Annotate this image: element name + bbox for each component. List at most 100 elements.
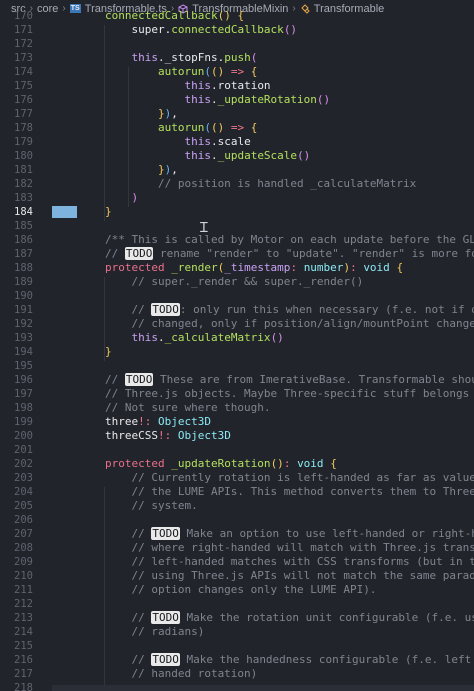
code-token: _render [171,261,218,274]
code-token: // left-handed matches with CSS transfor… [52,555,474,568]
code-line[interactable]: 187 // TODO rename "render" to "update".… [0,247,474,261]
code-line[interactable]: 178 autorun(() => { [0,121,474,135]
code-text: protected _render(_timestamp: number): v… [52,261,403,275]
code-token: this [52,149,211,162]
code-line[interactable]: 192 // changed, only if position/align/m… [0,317,474,331]
code-line[interactable]: 173 this._stopFns.push( [0,51,474,65]
code-token: number [303,261,344,274]
code-line[interactable]: 213 // TODO Make the rotation unit confi… [0,611,474,625]
code-editor[interactable]: 170 connectedCallback() {171 super.conne… [0,9,474,691]
code-text: super.connectedCallback() [52,23,297,37]
code-line[interactable]: 183 ) [0,191,474,205]
line-number: 194 [14,346,33,358]
code-token: push [224,51,251,64]
code-line[interactable]: 209 // left-handed matches with CSS tran… [0,555,474,569]
line-number: 191 [14,304,33,316]
code-line[interactable]: 185 [0,219,474,233]
line-number: 211 [14,584,33,596]
code-token: . [210,149,218,162]
code-line[interactable]: 211 // option changes only the LUME API)… [0,583,474,597]
code-line[interactable]: 215 [0,639,474,653]
code-line[interactable]: 197 // Three.js objects. Maybe Three-spe… [0,387,474,401]
line-number: 190 [14,290,33,302]
code-token: scale [217,135,251,148]
code-line[interactable]: 201 [0,443,474,457]
code-text: // TODO Make the rotation unit configura… [52,611,474,625]
code-token: autorun [52,121,205,134]
line-number: 184 [14,206,33,218]
code-line[interactable]: 217 // handed rotation) [0,667,474,681]
code-line[interactable]: 204 // the LUME APIs. This method conver… [0,485,474,499]
code-token: Make the rotation unit configurable (f.e… [179,611,474,624]
code-line[interactable]: 180 this._updateScale() [0,149,474,163]
code-line[interactable]: 206 [0,513,474,527]
code-line[interactable]: 189 // super._render && super._render() [0,275,474,289]
code-token: // [52,653,152,666]
code-line[interactable]: 199 three!: Object3D [0,415,474,429]
code-line[interactable]: 184 } [0,205,474,219]
code-line[interactable]: 216 // TODO Make the handedness configur… [0,653,474,667]
line-number: 182 [14,178,33,190]
code-line[interactable]: 176 this._updateRotation() [0,93,474,107]
code-line[interactable]: 179 this.scale [0,135,474,149]
code-line[interactable]: 170 connectedCallback() { [0,9,474,23]
code-line[interactable]: 175 this.rotation [0,79,474,93]
line-number: 183 [14,192,33,204]
line-number: 206 [14,514,33,526]
line-number: 170 [14,10,33,22]
code-line[interactable]: 200 threeCSS!: Object3D [0,429,474,443]
code-line[interactable]: 198 // Not sure where though. [0,401,474,415]
code-text: this._updateRotation() [52,93,330,107]
code-token: this [52,93,211,106]
code-line[interactable]: 214 // radians) [0,625,474,639]
todo-badge: TODO [151,303,180,316]
todo-badge: TODO [151,653,180,666]
code-text: autorun(() => { [52,65,257,79]
code-line[interactable]: 202 protected _updateRotation(): void { [0,457,474,471]
code-line[interactable]: 186 /** This is called by Motor on each … [0,233,474,247]
code-line[interactable]: 205 // system. [0,499,474,513]
code-line[interactable]: 203 // Currently rotation is left-handed… [0,471,474,485]
code-token: } [52,345,112,358]
code-text: // where right-handed will match with Th… [52,541,474,555]
code-line[interactable]: 210 // using Three.js APIs will not matc… [0,569,474,583]
code-text: } [52,205,112,219]
code-line[interactable]: 208 // where right-handed will match wit… [0,541,474,555]
code-line[interactable]: 207 // TODO Make an option to use left-h… [0,527,474,541]
line-number: 208 [14,542,33,554]
todo-badge: TODO [151,611,180,624]
horizontal-scrollbar[interactable] [52,685,474,691]
code-line[interactable]: 188 protected _render(_timestamp: number… [0,261,474,275]
code-text: } [52,345,112,359]
code-text: this.rotation [52,79,271,93]
code-token: _updateRotation [217,93,317,106]
code-line[interactable]: 181 }), [0,163,474,177]
code-line[interactable]: 194 } [0,345,474,359]
code-token: : [283,457,298,470]
code-text: }), [52,163,178,177]
line-number: 201 [14,444,33,456]
code-line[interactable]: 193 this._calculateMatrix() [0,331,474,345]
code-line[interactable]: 191 // TODO: only run this when necessar… [0,303,474,317]
code-line[interactable]: 190 [0,289,474,303]
line-number: 199 [14,416,33,428]
line-number: 188 [14,262,33,274]
line-number: 204 [14,486,33,498]
line-number: 172 [14,38,33,50]
code-line[interactable]: 195 [0,359,474,373]
code-line[interactable]: 177 }), [0,107,474,121]
code-text: // TODO: only run this when necessary (f… [52,303,474,317]
code-line[interactable]: 174 autorun(() => { [0,65,474,79]
code-line[interactable]: 182 // position is handled _calculateMat… [0,177,474,191]
code-token: . [157,331,165,344]
code-token: Object3D [177,429,231,442]
code-token: _calculateMatrix [164,331,271,344]
code-line[interactable]: 196 // TODO These are from ImerativeBase… [0,373,474,387]
code-line[interactable]: 172 [0,37,474,51]
code-token: three [52,415,139,428]
code-token: { [250,65,258,78]
code-token: // Currently rotation is left-handed as … [52,471,474,484]
code-token: rotation [217,79,271,92]
code-line[interactable]: 212 [0,597,474,611]
code-line[interactable]: 171 super.connectedCallback() [0,23,474,37]
